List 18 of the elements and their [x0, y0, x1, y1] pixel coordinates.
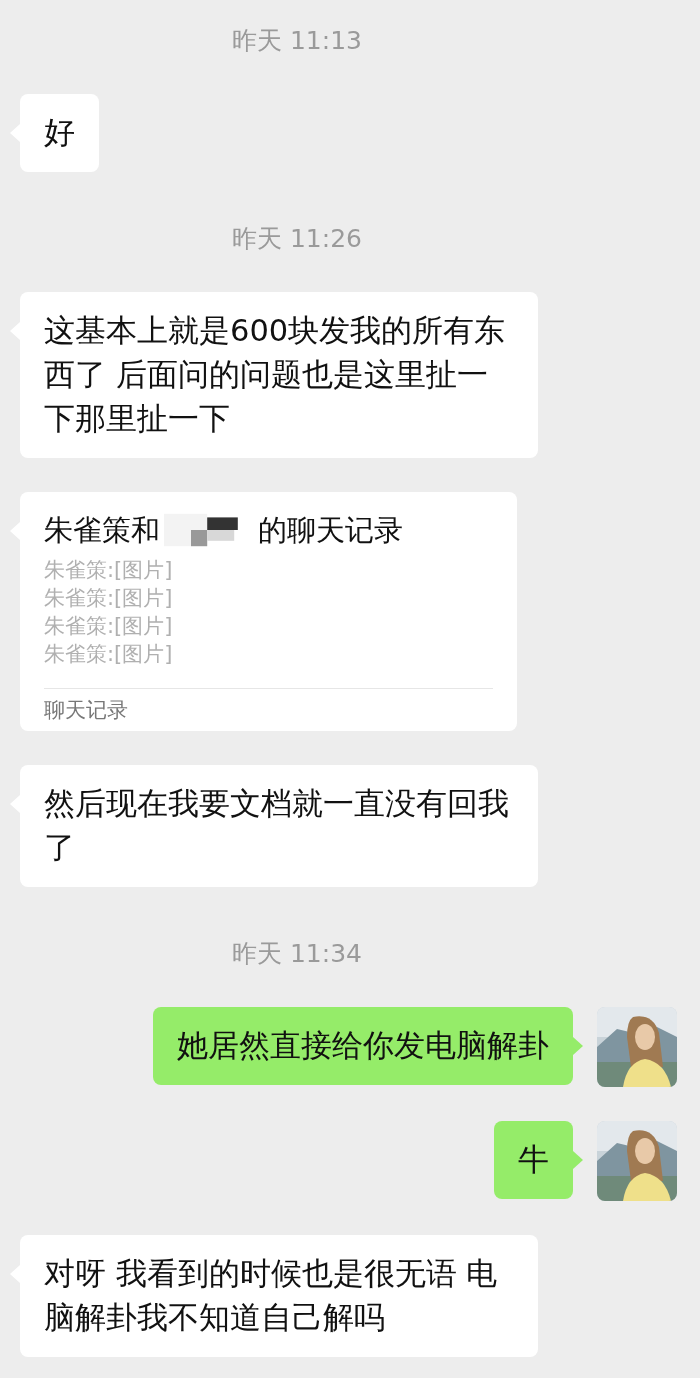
record-preview-line: 朱雀策:[图片] — [44, 557, 174, 584]
timestamp: 昨天 11:13 — [231, 26, 363, 56]
message-bubble: 这基本上就是600块发我的所有东西了 后面问的问题也是这里扯一下那里扯一下 — [20, 292, 538, 458]
record-label: 聊天记录 — [44, 688, 493, 725]
message-bubble: 对呀 我看到的时候也是很无语 电脑解卦我不知道自己解吗 — [20, 1235, 538, 1357]
record-preview-line: 朱雀策:[图片] — [44, 585, 174, 612]
bubble-tail — [573, 1151, 583, 1169]
record-preview-line: 朱雀策:[图片] — [44, 641, 174, 668]
message-bubble: 然后现在我要文档就一直没有回我了 — [20, 765, 538, 887]
message-bubble: 好 — [20, 94, 99, 172]
timestamp: 昨天 11:26 — [231, 224, 363, 254]
bubble-tail — [573, 1037, 583, 1055]
message-bubble: 牛 — [494, 1121, 573, 1199]
record-title: 朱雀策和 — [44, 512, 160, 549]
timestamp: 昨天 11:34 — [231, 939, 363, 969]
message-bubble: 她居然直接给你发电脑解卦 — [153, 1007, 573, 1085]
record-preview-line: 朱雀策:[图片] — [44, 613, 174, 640]
record-title: 的聊天记录 — [258, 512, 403, 549]
